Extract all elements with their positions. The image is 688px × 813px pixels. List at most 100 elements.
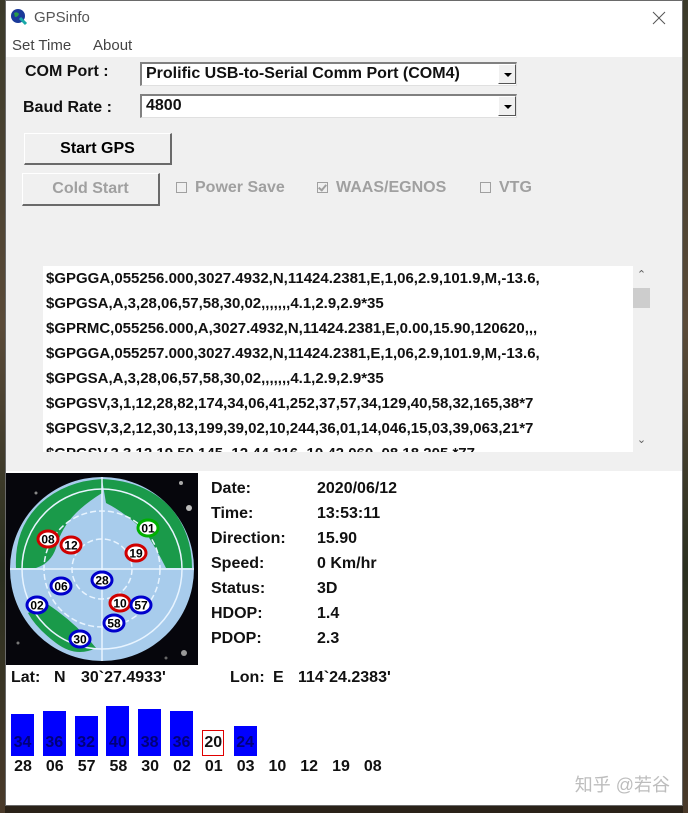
log-line: $GPGGA,055256.000,3027.4932,N,11424.2381…: [46, 270, 540, 287]
signal-value-label: 24: [236, 734, 254, 751]
lon-label: Lon:: [230, 669, 265, 686]
time-label: Time:: [211, 505, 254, 522]
satellite-prn: 10: [113, 597, 127, 611]
com-port-value: Prolific USB-to-Serial Comm Port (COM4): [146, 65, 460, 82]
cold-start-button[interactable]: Cold Start: [22, 173, 160, 206]
lat-label: Lat:: [11, 669, 41, 686]
date-label: Date:: [211, 480, 252, 497]
watermark: 知乎 @若谷: [574, 775, 670, 795]
satellite-prn-label: 30: [141, 758, 160, 775]
log-line: $GPGSV,3,2,12,30,13,199,39,02,10,244,36,…: [46, 420, 534, 437]
satellite-prn: 30: [73, 633, 87, 647]
satellite-prn-label: 19: [332, 758, 350, 775]
signal-strength-chart: 34 28 36 06 32 57 40 58 38 30 36 02 20 01 24 03 10 12 19 08: [6, 701, 426, 781]
satellite-marker: 57: [129, 595, 153, 615]
satellite-prn: 57: [134, 599, 148, 613]
baud-rate-value: 4800: [146, 97, 182, 114]
satellite-marker: 30: [68, 629, 92, 649]
chevron-down-icon[interactable]: [498, 96, 516, 116]
log-line: $GPGSV,3,3,12,19,50,145,,12,44,316,,10,4…: [43, 441, 633, 452]
start-gps-button[interactable]: Start GPS: [24, 133, 172, 165]
signal-value-label: 32: [77, 734, 95, 751]
power-save-label: Power Save: [195, 179, 285, 196]
chevron-down-icon[interactable]: ⌄: [633, 433, 650, 450]
log-line: $GPGSA,A,3,28,06,57,58,30,02,,,,,,,4.1,2…: [46, 370, 384, 387]
lat-hemisphere: N: [54, 669, 66, 686]
menu-set-time[interactable]: Set Time: [12, 37, 71, 54]
com-port-select[interactable]: Prolific USB-to-Serial Comm Port (COM4): [140, 62, 517, 86]
satellite-prn-label: 02: [173, 758, 191, 775]
signal-value-label: 38: [140, 734, 159, 751]
vtg-checkbox[interactable]: VTG: [480, 179, 532, 197]
satellite-marker: 12: [59, 535, 83, 555]
signal-value-label: 36: [172, 734, 191, 751]
signal-value-label: 34: [13, 734, 32, 751]
satellite-prn: 02: [30, 599, 44, 613]
pdop-label: PDOP:: [211, 630, 262, 647]
satellite-prn: 01: [141, 522, 155, 536]
menu-bar: Set Time About: [6, 34, 682, 57]
chevron-down-icon[interactable]: [498, 64, 516, 84]
scroll-thumb[interactable]: [633, 288, 650, 308]
satellite-prn-label: 03: [236, 758, 255, 775]
satellite-marker: 10: [108, 593, 132, 613]
satellite-marker: 01: [136, 518, 160, 538]
checkbox-icon: [176, 182, 187, 193]
chevron-up-icon[interactable]: ⌃: [633, 268, 650, 285]
close-icon[interactable]: [644, 5, 674, 31]
log-line: $GPGSV,3,1,12,28,82,174,34,06,41,252,37,…: [46, 395, 534, 412]
satellite-prn-label: 06: [45, 758, 64, 775]
signal-value-label: 36: [45, 734, 64, 751]
satellite-marker: 06: [49, 576, 73, 596]
lon-value: 114`24.2383': [298, 669, 391, 686]
nmea-log-list[interactable]: $GPGGA,055256.000,3027.4932,N,11424.2381…: [43, 266, 633, 452]
signal-value-label: 40: [108, 734, 127, 751]
satellite-prn: 58: [107, 617, 121, 631]
power-save-checkbox[interactable]: Power Save: [176, 179, 285, 197]
speed-label: Speed:: [211, 555, 265, 572]
satellite-prn-label: 28: [14, 758, 32, 775]
direction-value: 15.90: [317, 530, 358, 547]
gpsinfo-window: GPSinfo Set Time About COM Port : Prolif…: [5, 0, 683, 806]
log-line: $GPGGA,055257.000,3027.4932,N,11424.2381…: [46, 345, 540, 362]
checkbox-icon: [480, 182, 491, 193]
baud-rate-label: Baud Rate :: [23, 99, 112, 116]
title-bar: GPSinfo: [6, 1, 682, 34]
satellite-prn: 28: [95, 574, 109, 588]
globe-icon: [11, 9, 28, 26]
hdop-label: HDOP:: [211, 605, 263, 622]
lat-value: 30`27.4933': [81, 669, 166, 686]
satellite-prn: 06: [54, 580, 68, 594]
status-panel: 08 12 01 19 28 06 02 10 57 58 30 Date: 2020/06/12 …: [6, 471, 682, 805]
status-label: Status:: [211, 580, 266, 597]
pdop-value: 2.3: [317, 630, 340, 647]
time-value: 13:53:11: [317, 505, 381, 522]
satellite-prn: 08: [41, 533, 55, 547]
sky-view: 08 12 01 19 28 06 02 10 57 58 30: [6, 473, 198, 665]
sky-view-plot: 08 12 01 19 28 06 02 10 57 58 30: [10, 477, 194, 661]
satellite-prn-label: 58: [109, 758, 128, 775]
direction-label: Direction:: [211, 530, 286, 547]
satellite-prn-label: 01: [204, 758, 223, 775]
waas-egnos-label: WAAS/EGNOS: [336, 179, 447, 196]
window-title: GPSinfo: [34, 9, 90, 26]
waas-egnos-checkbox[interactable]: WAAS/EGNOS: [317, 179, 446, 197]
hdop-value: 1.4: [317, 605, 340, 622]
signal-value-label: 20: [204, 734, 223, 751]
satellite-prn: 12: [64, 539, 78, 553]
log-scrollbar[interactable]: ⌃ ⌄: [633, 266, 650, 452]
speed-value: 0 Km/hr: [317, 555, 377, 572]
satellite-marker: 28: [90, 570, 114, 590]
log-line: $GPGSA,A,3,28,06,57,58,30,02,,,,,,,4.1,2…: [46, 295, 384, 312]
vtg-label: VTG: [499, 179, 532, 196]
satellite-marker: 08: [36, 529, 60, 549]
satellite-marker: 19: [124, 543, 148, 563]
satellite-prn-label: 08: [363, 758, 382, 775]
satellite-marker: 02: [25, 595, 49, 615]
satellite-prn-label: 10: [268, 758, 287, 775]
checkbox-checked-icon: [317, 182, 328, 193]
satellite-prn-label: 57: [77, 758, 96, 775]
menu-about[interactable]: About: [93, 37, 132, 54]
satellite-prn-label: 12: [300, 758, 319, 775]
baud-rate-select[interactable]: 4800: [140, 94, 517, 118]
